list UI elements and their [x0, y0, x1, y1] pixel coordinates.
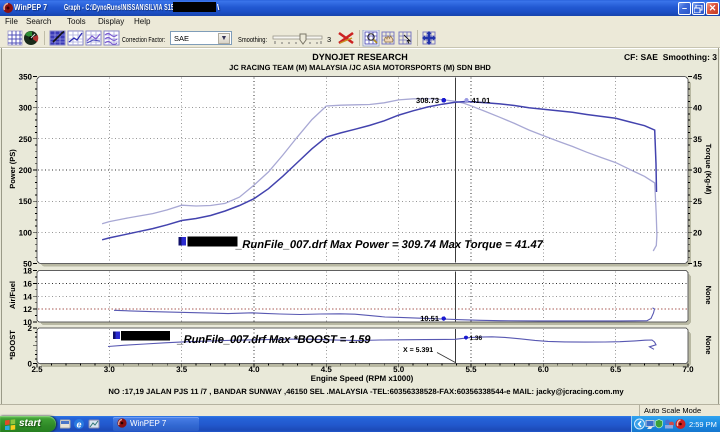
- svg-text:*BOOST: *BOOST: [8, 330, 17, 360]
- svg-text:Torque (Kg-M): Torque (Kg-M): [704, 144, 713, 195]
- svg-text:5.0: 5.0: [393, 365, 405, 374]
- svg-text:JC RACING TEAM (M) MALAYSIA /J: JC RACING TEAM (M) MALAYSIA /JC ASIA MOT…: [229, 63, 491, 72]
- svg-text:1.36: 1.36: [470, 335, 483, 342]
- svg-text:e: e: [76, 420, 81, 430]
- svg-text:18: 18: [23, 267, 32, 276]
- svg-text:16: 16: [23, 279, 32, 288]
- svg-text:_RunFile_007.drf Max *BOOST =: _RunFile_007.drf Max *BOOST = 1.59: [177, 334, 372, 346]
- svg-text:DYNOJET RESEARCH: DYNOJET RESEARCH: [312, 52, 408, 62]
- svg-text:NO :17,19 JALAN PJS 11 /7 , BA: NO :17,19 JALAN PJS 11 /7 , BANDAR SUNWA…: [108, 387, 624, 396]
- svg-text:6.5: 6.5: [610, 365, 622, 374]
- svg-text:250: 250: [19, 135, 33, 144]
- svg-text:5.5: 5.5: [465, 365, 477, 374]
- svg-text:10.51: 10.51: [420, 314, 439, 323]
- svg-text:150: 150: [19, 197, 33, 206]
- svg-text:35: 35: [693, 135, 702, 144]
- svg-text:350: 350: [19, 73, 33, 82]
- svg-text:None: None: [704, 336, 713, 355]
- svg-text:30: 30: [693, 166, 702, 175]
- svg-text:Air/Fuel: Air/Fuel: [8, 281, 17, 309]
- svg-text:3.0: 3.0: [104, 365, 116, 374]
- svg-text:_RunFile_007.drf Max Power = 3: _RunFile_007.drf Max Power = 309.74 Max …: [235, 239, 544, 251]
- svg-text:308.73: 308.73: [416, 96, 439, 105]
- svg-text:6.0: 6.0: [538, 365, 550, 374]
- svg-text:Power (PS): Power (PS): [8, 149, 17, 189]
- svg-text:4.5: 4.5: [321, 365, 333, 374]
- svg-text:14: 14: [23, 292, 32, 301]
- svg-text:41.01: 41.01: [472, 96, 491, 105]
- svg-text:X = 5.391: X = 5.391: [403, 347, 433, 354]
- svg-text:20: 20: [693, 228, 702, 237]
- svg-text:100: 100: [19, 228, 33, 237]
- svg-text:Engine Speed (RPM x1000): Engine Speed (RPM x1000): [311, 374, 414, 383]
- svg-text:2.5: 2.5: [31, 365, 43, 374]
- svg-text:2: 2: [28, 324, 33, 333]
- svg-text:7.0: 7.0: [682, 365, 694, 374]
- svg-text:300: 300: [19, 104, 33, 113]
- svg-text:12: 12: [23, 305, 32, 314]
- svg-text:3.5: 3.5: [176, 365, 188, 374]
- svg-text:45: 45: [693, 73, 702, 82]
- svg-text:40: 40: [693, 104, 702, 113]
- svg-text:25: 25: [693, 197, 702, 206]
- svg-text:15: 15: [693, 260, 702, 269]
- svg-text:200: 200: [19, 166, 33, 175]
- svg-text:4.0: 4.0: [248, 365, 260, 374]
- svg-text:CF: SAE Smoothing: 3: CF: SAE Smoothing: 3: [624, 52, 717, 62]
- svg-text:None: None: [704, 286, 713, 305]
